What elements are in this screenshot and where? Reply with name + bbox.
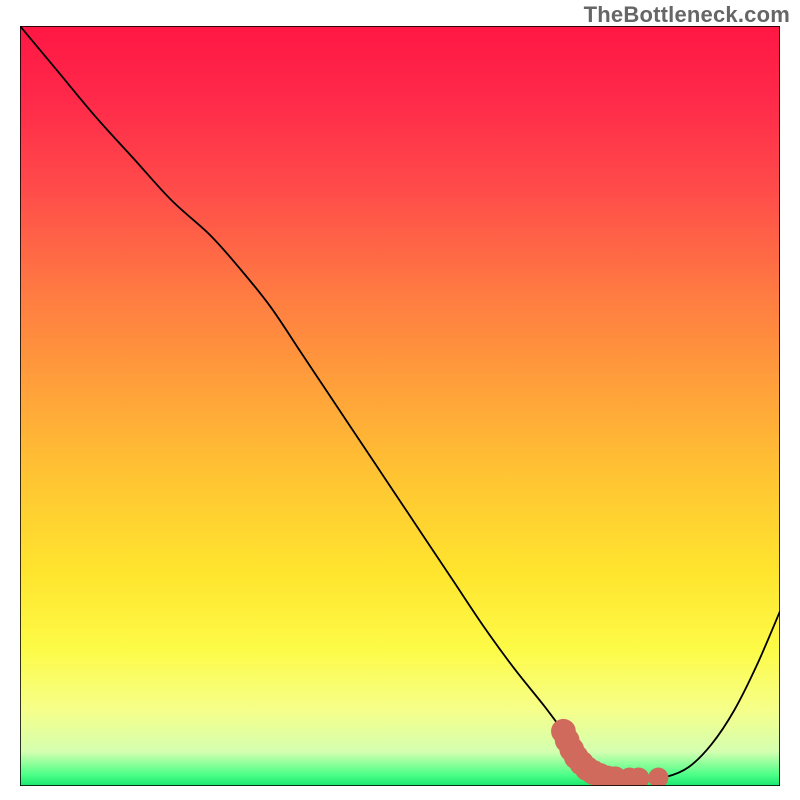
chart-plot-area xyxy=(20,26,780,786)
watermark-label: TheBottleneck.com xyxy=(584,2,790,28)
gradient-background xyxy=(20,26,780,786)
chart-stage: TheBottleneck.com xyxy=(0,0,800,800)
chart-svg xyxy=(20,26,780,786)
